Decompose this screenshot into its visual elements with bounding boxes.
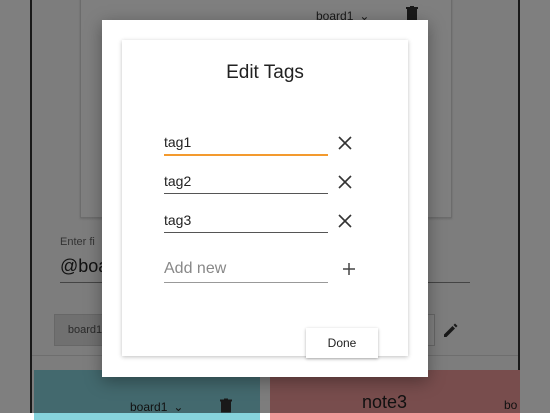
plus-icon xyxy=(343,263,355,275)
tag-row xyxy=(164,169,404,199)
close-icon xyxy=(338,136,352,150)
tag-row xyxy=(164,130,404,160)
tag-input[interactable] xyxy=(164,169,328,194)
dialog-content: Edit Tags tag1 tag2 tag3 Add new Done xyxy=(122,40,408,358)
tag-row xyxy=(164,208,404,238)
remove-tag-button[interactable] xyxy=(334,171,356,193)
done-button[interactable]: Done xyxy=(306,328,378,358)
remove-tag-button[interactable] xyxy=(334,210,356,232)
edit-tags-dialog: Edit Tags tag1 tag2 tag3 Add new Done xyxy=(102,20,428,377)
dialog-title: Edit Tags xyxy=(226,62,304,83)
close-icon xyxy=(338,175,352,189)
new-tag-input[interactable] xyxy=(164,256,328,283)
tag-input[interactable] xyxy=(164,208,328,233)
close-icon xyxy=(338,214,352,228)
add-tag-button[interactable] xyxy=(338,258,360,280)
tag-input[interactable] xyxy=(164,130,328,156)
remove-tag-button[interactable] xyxy=(334,132,356,154)
